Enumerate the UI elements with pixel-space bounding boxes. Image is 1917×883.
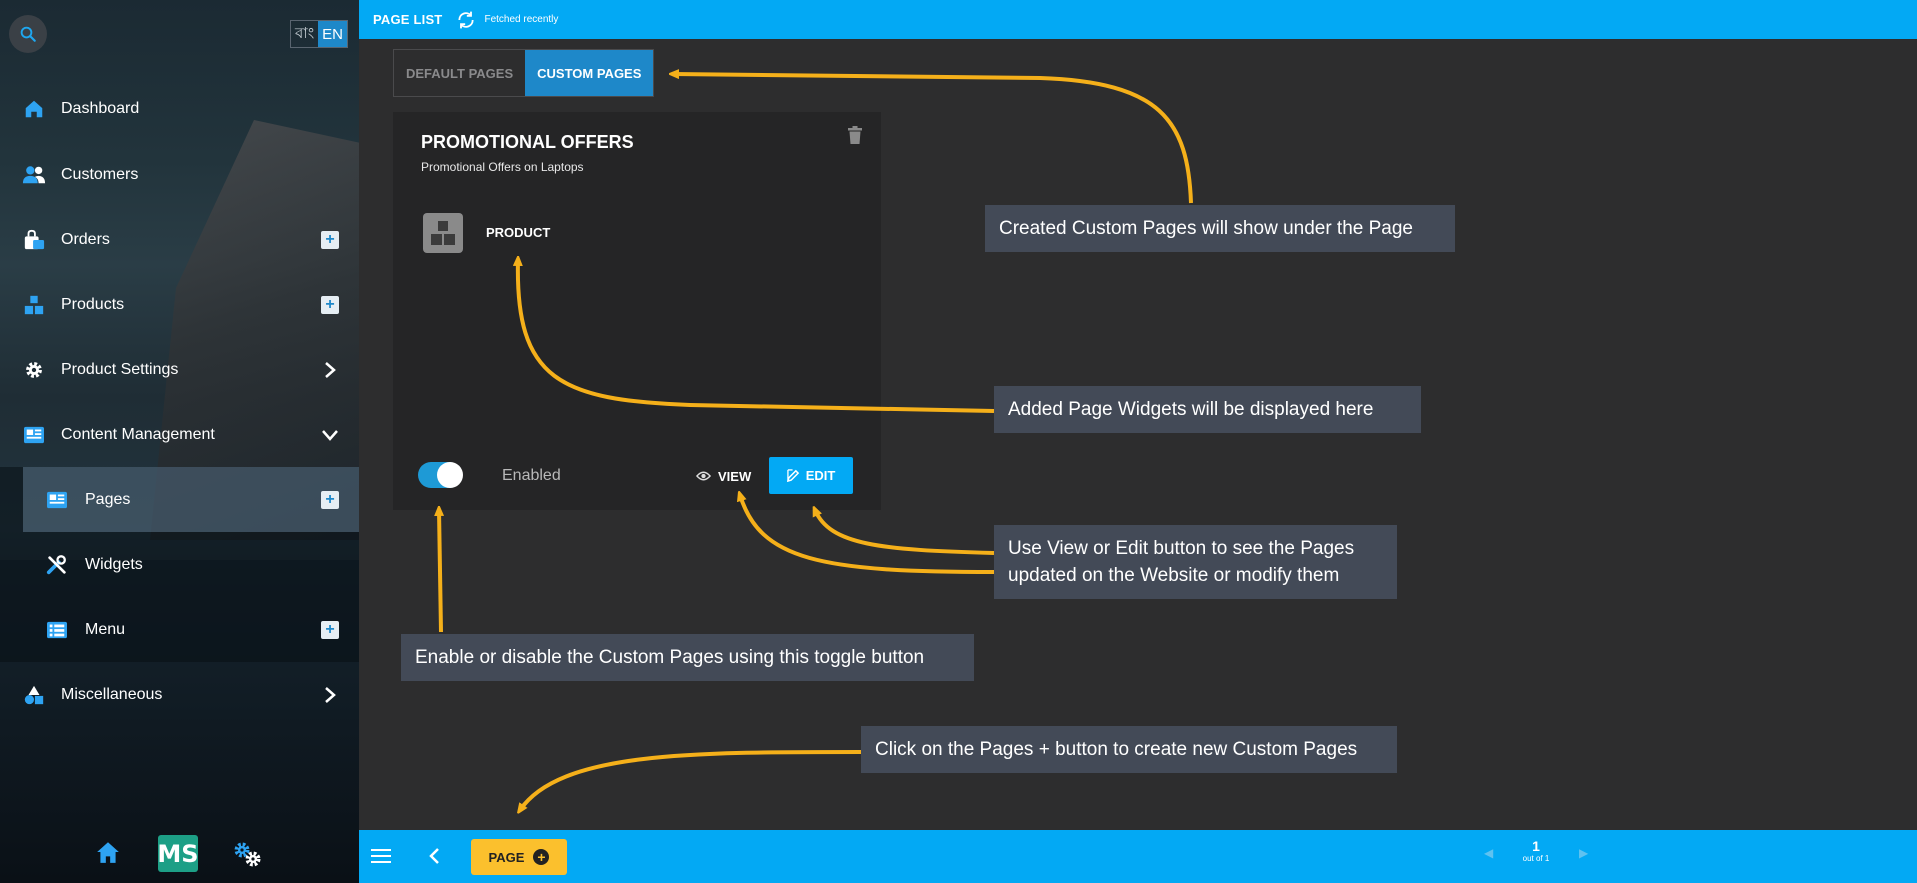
shapes-icon	[22, 683, 46, 707]
lang-bn[interactable]: বাং	[291, 21, 318, 47]
arrow-to-page-button	[520, 750, 862, 810]
shopping-bag-icon	[22, 228, 46, 252]
search-icon	[20, 26, 36, 42]
sidebar-item-products[interactable]: Products +	[0, 272, 359, 337]
product-widget-icon	[423, 213, 463, 253]
list-icon	[45, 618, 69, 642]
callout-custom-pages: Created Custom Pages will show under the…	[985, 205, 1455, 252]
users-icon	[22, 163, 46, 187]
add-order-button[interactable]: +	[321, 230, 339, 249]
sidebar-item-label: Product Settings	[61, 360, 179, 378]
sidebar-item-label: Orders	[61, 230, 110, 248]
chevron-right-icon	[320, 360, 340, 380]
add-product-button[interactable]: +	[321, 295, 339, 314]
sidebar: বাং EN Dashboard Customers Orders + Prod…	[0, 0, 359, 883]
newspaper-icon	[22, 423, 46, 447]
search-button[interactable]	[9, 15, 47, 53]
home-icon[interactable]	[95, 840, 121, 869]
sidebar-item-miscellaneous[interactable]: Miscellaneous	[0, 662, 359, 727]
sidebar-item-widgets[interactable]: Widgets	[0, 532, 359, 597]
language-switch[interactable]: বাং EN	[290, 20, 348, 48]
sidebar-item-label: Menu	[85, 620, 126, 638]
pagination: 1 out of 1	[1516, 838, 1556, 863]
lang-en[interactable]: EN	[318, 21, 347, 47]
sidebar-item-dashboard[interactable]: Dashboard	[0, 76, 359, 141]
sidebar-item-label: Pages	[85, 490, 131, 508]
product-widget-label: PRODUCT	[486, 225, 551, 240]
plus-circle-icon: +	[533, 849, 550, 865]
edit-button-label: EDIT	[805, 468, 836, 483]
sidebar-item-pages[interactable]: Pages +	[23, 467, 359, 532]
callout-toggle: Enable or disable the Custom Pages using…	[401, 634, 974, 681]
fetch-status: Fetched recently	[484, 14, 559, 25]
gear-icon	[22, 358, 46, 382]
toggle-knob	[437, 462, 463, 488]
page-button-label: PAGE	[488, 849, 525, 865]
boxes-icon	[22, 293, 46, 317]
tab-custom-pages[interactable]: CUSTOM PAGES	[525, 50, 654, 96]
page-title: PAGE LIST	[373, 12, 443, 27]
sidebar-item-label: Content Management	[61, 425, 215, 443]
arrow-to-toggle	[439, 510, 441, 633]
tools-icon	[45, 553, 69, 577]
page-card-title: PROMOTIONAL OFFERS	[421, 132, 634, 152]
edit-button[interactable]: EDIT	[769, 457, 853, 494]
callout-view-edit: Use View or Edit button to see the Pages…	[994, 525, 1397, 599]
add-page-bottom-button[interactable]: PAGE +	[471, 839, 567, 875]
view-button-label: VIEW	[718, 468, 752, 484]
newspaper-icon	[45, 488, 69, 512]
refresh-icon[interactable]	[456, 10, 476, 30]
sidebar-item-content-management[interactable]: Content Management	[0, 402, 359, 467]
tab-default-pages[interactable]: DEFAULT PAGES	[394, 50, 525, 96]
page-card-subtitle: Promotional Offers on Laptops	[421, 160, 584, 174]
chevron-down-icon	[320, 425, 340, 445]
bottom-bar: PAGE + ◀ 1 out of 1 ▶	[359, 830, 1917, 883]
sidebar-item-product-settings[interactable]: Product Settings	[0, 337, 359, 402]
sidebar-item-orders[interactable]: Orders +	[0, 207, 359, 272]
sidebar-item-label: Miscellaneous	[61, 685, 163, 703]
next-page-icon[interactable]: ▶	[1579, 846, 1588, 860]
hamburger-menu-icon[interactable]	[371, 846, 393, 866]
back-arrow-icon[interactable]	[425, 846, 445, 866]
callout-view-edit-line2: updated on the Website or modify them	[1008, 565, 1340, 586]
trash-icon[interactable]	[848, 126, 862, 144]
add-page-button[interactable]: +	[321, 490, 339, 509]
sidebar-item-label: Products	[61, 295, 125, 313]
sidebar-item-label: Dashboard	[61, 99, 140, 117]
page-number: 1	[1532, 838, 1540, 854]
prev-page-icon[interactable]: ◀	[1484, 846, 1493, 860]
arrow-to-edit	[815, 510, 995, 555]
view-button[interactable]: VIEW	[696, 462, 751, 490]
sidebar-footer: MS	[0, 835, 359, 875]
page-tabs: DEFAULT PAGES CUSTOM PAGES	[393, 49, 655, 97]
sidebar-item-customers[interactable]: Customers	[0, 142, 359, 207]
chevron-right-icon	[320, 685, 340, 705]
callout-widgets: Added Page Widgets will be displayed her…	[994, 386, 1421, 433]
settings-gears-icon[interactable]	[232, 841, 264, 872]
callout-create: Click on the Pages + button to create ne…	[861, 726, 1397, 773]
page-card: PROMOTIONAL OFFERS Promotional Offers on…	[393, 112, 881, 510]
enabled-toggle[interactable]	[418, 461, 463, 489]
edit-icon	[786, 469, 799, 482]
top-bar: PAGE LIST Fetched recently	[359, 0, 1917, 39]
add-menu-button[interactable]: +	[321, 620, 339, 639]
sidebar-item-label: Widgets	[85, 555, 143, 573]
sidebar-item-menu[interactable]: Menu +	[0, 597, 359, 662]
page-total: out of 1	[1522, 854, 1550, 863]
callout-view-edit-line1: Use View or Edit button to see the Pages	[1008, 538, 1355, 559]
app-logo[interactable]: MS	[157, 835, 199, 872]
eye-icon	[696, 471, 711, 481]
sidebar-item-label: Customers	[61, 165, 139, 183]
home-icon	[22, 97, 46, 121]
enabled-label: Enabled	[502, 467, 561, 484]
